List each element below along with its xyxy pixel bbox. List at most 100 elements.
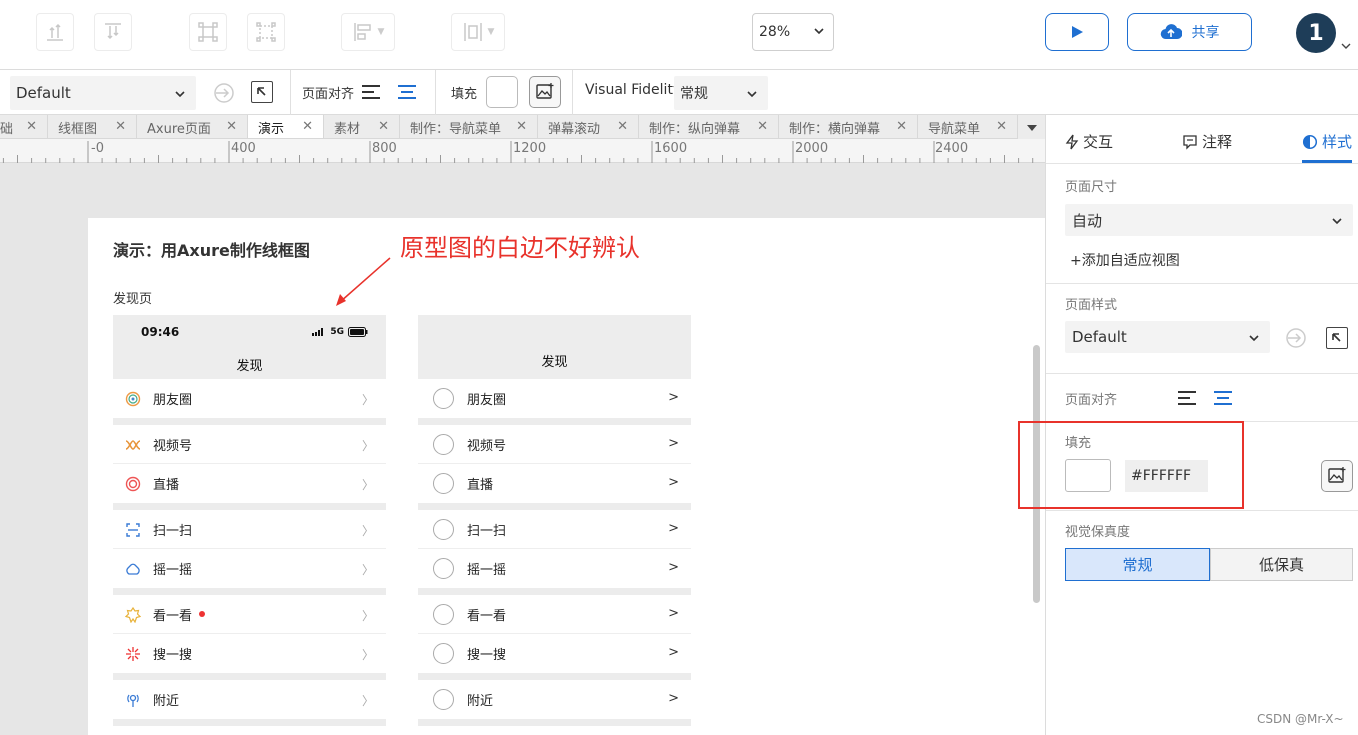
list-item[interactable]: 附近 > <box>418 680 691 719</box>
close-icon[interactable]: ✕ <box>896 119 907 134</box>
list-item[interactable]: 搜一搜 〉 <box>113 634 386 673</box>
distribute-top-icon[interactable] <box>94 13 132 51</box>
list-item[interactable]: 附近 〉 <box>113 680 386 719</box>
tab-page[interactable]: 制作：横向弹幕 ✕ <box>779 115 918 138</box>
align-left-icon[interactable]: ▼ <box>341 13 395 51</box>
placeholder-icon <box>433 519 454 540</box>
align-center-icon[interactable] <box>1213 390 1233 406</box>
ruler-label: 1600 <box>654 141 688 156</box>
list-item-label: 搜一搜 <box>153 648 193 663</box>
list-item[interactable]: 摇一摇 > <box>418 549 691 588</box>
list-item[interactable]: 扫一扫 〉 <box>113 510 386 549</box>
list-item[interactable]: 直播 〉 <box>113 464 386 503</box>
tab-page[interactable]: 制作：纵向弹幕 ✕ <box>639 115 779 138</box>
list-item[interactable]: 朋友圈 〉 <box>113 379 386 418</box>
ruler-label: 800 <box>372 141 397 156</box>
chevron-right-icon: 〉 <box>361 478 374 492</box>
page-style-select[interactable]: Default <box>1065 321 1270 353</box>
tab-page[interactable]: 弹幕滚动 ✕ <box>538 115 639 138</box>
style-manager-icon[interactable] <box>251 81 273 103</box>
tab-page[interactable]: 导航菜单 ✕ <box>918 115 1018 138</box>
list-item[interactable]: 直播 > <box>418 464 691 503</box>
placeholder-icon <box>433 643 454 664</box>
preview-button[interactable] <box>1045 13 1109 51</box>
group-icon[interactable] <box>189 13 227 51</box>
list-item[interactable]: 视频号 〉 <box>113 425 386 464</box>
page-artboard[interactable]: 演示：用Axure制作线框图 原型图的白边不好辨认 发现页 09:46 5G 发… <box>88 218 1045 735</box>
phone-mockup-wireframe[interactable]: 发现 朋友圈 > 视频号 > 直播 > 扫一扫 > 摇一摇 > 看一看 > 搜一… <box>418 315 691 726</box>
annotation-text: 原型图的白边不好辨认 <box>400 234 640 262</box>
apply-style-icon[interactable] <box>212 81 236 105</box>
divider <box>435 70 436 115</box>
list-item[interactable]: 扫一扫 > <box>418 510 691 549</box>
close-icon[interactable]: ✕ <box>226 119 237 134</box>
distribute-horizontal-icon[interactable]: ▼ <box>451 13 505 51</box>
canvas[interactable]: 演示：用Axure制作线框图 原型图的白边不好辨认 发现页 09:46 5G 发… <box>0 163 1045 735</box>
avatar[interactable]: 1 <box>1296 13 1336 53</box>
fidelity-normal-button[interactable]: 常规 <box>1065 548 1210 581</box>
align-center-icon[interactable] <box>397 84 417 100</box>
close-icon[interactable]: ✕ <box>996 119 1007 134</box>
tab-page[interactable]: 线框图 ✕ <box>48 115 137 138</box>
chevron-down-icon <box>747 91 757 98</box>
list-item[interactable]: 摇一摇 〉 <box>113 549 386 588</box>
add-adaptive-view-link[interactable]: +添加自适应视图 <box>1070 250 1180 270</box>
fidelity-low-button[interactable]: 低保真 <box>1210 548 1353 581</box>
placeholder-icon <box>433 604 454 625</box>
ungroup-icon[interactable] <box>247 13 285 51</box>
section-gap <box>418 588 691 595</box>
phone-mockup-hifi[interactable]: 09:46 5G 发现 朋友圈 〉 视频号 〉 直播 〉 扫一扫 〉 摇一摇 〉… <box>113 315 386 726</box>
tab-page-active[interactable]: 演示 ✕ <box>248 115 324 138</box>
close-icon[interactable]: ✕ <box>115 119 126 134</box>
distribute-bottom-icon[interactable] <box>36 13 74 51</box>
tab-label: 弹幕滚动 <box>548 121 601 137</box>
fill-image-button[interactable] <box>529 76 561 108</box>
apply-style-icon[interactable] <box>1284 326 1308 350</box>
fill-image-button[interactable] <box>1321 460 1353 492</box>
visual-fidelity-select[interactable]: 常规 <box>674 76 768 110</box>
list-item[interactable]: 朋友圈 > <box>418 379 691 418</box>
tab-page[interactable]: 础 ✕ <box>0 115 48 138</box>
list-item[interactable]: 搜一搜 > <box>418 634 691 673</box>
style-icon <box>1302 134 1318 149</box>
placeholder-icon <box>433 689 454 710</box>
section-gap <box>113 588 386 595</box>
status-time: 09:46 <box>141 325 180 339</box>
close-icon[interactable]: ✕ <box>617 119 628 134</box>
fill-hex-input[interactable]: #FFFFFF <box>1125 460 1208 492</box>
tab-style[interactable]: 样式 <box>1302 131 1352 152</box>
tab-notes[interactable]: 注释 <box>1182 131 1232 152</box>
ruler-label: 400 <box>231 141 256 156</box>
tabs-overflow-button[interactable] <box>1018 116 1045 139</box>
align-left-icon[interactable] <box>361 84 381 100</box>
chevron-down-icon <box>1249 335 1259 342</box>
style-manager-icon[interactable] <box>1326 327 1348 349</box>
list-item-label: 朋友圈 <box>467 393 507 408</box>
ruler-label: 2400 <box>935 141 969 156</box>
tab-page[interactable]: 素材 ✕ <box>324 115 400 138</box>
close-icon[interactable]: ✕ <box>302 119 313 134</box>
tab-page[interactable]: 制作：导航菜单 ✕ <box>400 115 538 138</box>
fill-color-swatch[interactable] <box>1065 459 1111 492</box>
list-item[interactable]: 看一看 〉 <box>113 595 386 634</box>
page-size-select[interactable]: 自动 <box>1065 204 1353 236</box>
list-item[interactable]: 视频号 > <box>418 425 691 464</box>
shake-icon <box>126 563 140 575</box>
fill-color-swatch[interactable] <box>486 76 518 108</box>
placeholder-icon <box>433 434 454 455</box>
list-item[interactable]: 看一看 > <box>418 595 691 634</box>
align-left-icon[interactable] <box>1177 390 1197 406</box>
zoom-select[interactable]: 28% <box>752 13 834 51</box>
page-label: 发现页 <box>113 292 153 307</box>
share-button[interactable]: 共享 <box>1127 13 1252 51</box>
chevron-down-icon[interactable] <box>1340 40 1352 52</box>
tab-page[interactable]: Axure页面 ✕ <box>137 115 248 138</box>
section-gap <box>113 719 386 726</box>
close-icon[interactable]: ✕ <box>757 119 768 134</box>
close-icon[interactable]: ✕ <box>378 119 389 134</box>
chevron-down-icon <box>814 28 824 35</box>
close-icon[interactable]: ✕ <box>26 119 37 134</box>
close-icon[interactable]: ✕ <box>516 119 527 134</box>
tab-interactions[interactable]: 交互 <box>1065 131 1113 152</box>
page-style-select[interactable]: Default <box>10 76 196 110</box>
